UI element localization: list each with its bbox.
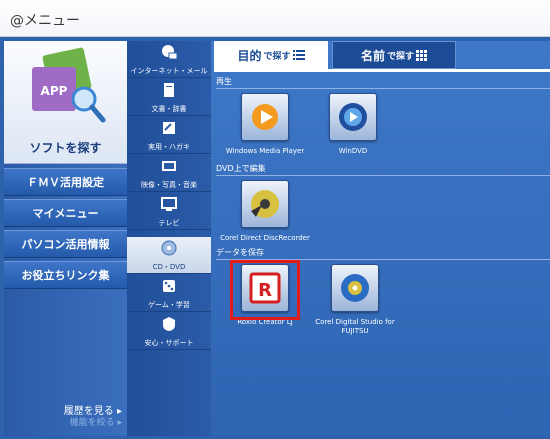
svg-text:APP: APP — [41, 84, 68, 98]
corel-digital-studio-icon — [331, 264, 379, 312]
windvd-icon — [329, 93, 377, 141]
category-games[interactable]: ゲーム・学習 — [127, 275, 211, 312]
category-label: CD・DVD — [152, 263, 186, 271]
category-label: 安心・サポート — [144, 339, 194, 347]
title-bar: @メニュー — [0, 0, 550, 37]
useful-links-button[interactable]: お役立ちリンク集 — [4, 261, 127, 289]
fmv-settings-button[interactable]: ＦＭＶ活用設定 — [4, 168, 127, 196]
category-internet-mail[interactable]: インターネット・メール — [127, 41, 211, 78]
find-software-panel[interactable]: APP ソフトを探す — [4, 41, 127, 164]
selection-highlight — [230, 260, 300, 320]
category-label: テレビ — [158, 219, 180, 227]
category-support[interactable]: 安心・サポート — [127, 313, 211, 350]
internet-mail-icon — [162, 45, 177, 60]
category-label: ゲーム・学習 — [148, 301, 190, 309]
section-playback: 再生 — [216, 76, 550, 89]
tab-search-by-name[interactable]: 名前 で探す — [332, 41, 456, 69]
category-label: 文書・辞書 — [151, 105, 187, 113]
app-name: Corel Digital Studio for FUJITSU — [315, 318, 395, 335]
window-title: @メニュー — [10, 13, 80, 29]
tab-purpose-sub: で探す — [263, 51, 291, 62]
postcard-icon — [163, 122, 175, 134]
tv-icon — [161, 197, 177, 211]
app-search-icon: APP — [32, 47, 106, 123]
my-menu-button[interactable]: マイメニュー — [4, 199, 127, 227]
section-save-data: データを保存 — [216, 247, 550, 260]
app-windows-media-player[interactable]: Windows Media Player — [220, 93, 310, 156]
game-icon — [163, 280, 175, 292]
app-corel-direct-discrecorder[interactable]: Corel Direct DiscRecorder — [220, 180, 310, 243]
tab-search-by-purpose[interactable]: 目的 で探す — [214, 41, 328, 69]
document-icon — [164, 83, 174, 97]
category-label: 実用・ハガキ — [148, 143, 190, 151]
tab-purpose-main: 目的 — [237, 48, 262, 63]
find-software-label: ソフトを探す — [29, 141, 102, 155]
filter-link[interactable]: 機能を絞る ▸ — [4, 415, 122, 428]
grid-icon — [416, 49, 428, 61]
category-documents[interactable]: 文書・辞書 — [127, 79, 211, 116]
category-label: 映像・写真・音楽 — [141, 181, 197, 189]
category-label: インターネット・メール — [130, 67, 208, 75]
app-name: WinDVD — [338, 147, 368, 155]
list-icon — [292, 50, 305, 60]
app-corel-digital-studio[interactable]: Corel Digital Studio for FUJITSU — [310, 264, 400, 336]
disc-icon — [161, 240, 177, 256]
pc-info-button[interactable]: パソコン活用情報 — [4, 230, 127, 258]
app-windvd[interactable]: WinDVD — [308, 93, 398, 156]
app-name: Corel Direct DiscRecorder — [220, 234, 310, 242]
support-icon — [163, 317, 175, 331]
tab-name-main: 名前 — [360, 48, 385, 63]
windows-media-player-icon — [241, 93, 289, 141]
corel-disc-recorder-icon — [241, 180, 289, 228]
tab-name-sub: で探す — [387, 51, 415, 62]
media-icon — [162, 161, 176, 171]
section-dvd-edit: DVD上で編集 — [216, 163, 550, 176]
tab-underline — [214, 69, 550, 72]
category-postcards[interactable]: 実用・ハガキ — [127, 117, 211, 154]
category-tv[interactable]: テレビ — [127, 193, 211, 230]
category-media[interactable]: 映像・写真・音楽 — [127, 155, 211, 192]
category-cd-dvd[interactable]: CD・DVD — [127, 237, 211, 274]
app-name: Windows Media Player — [225, 147, 305, 155]
